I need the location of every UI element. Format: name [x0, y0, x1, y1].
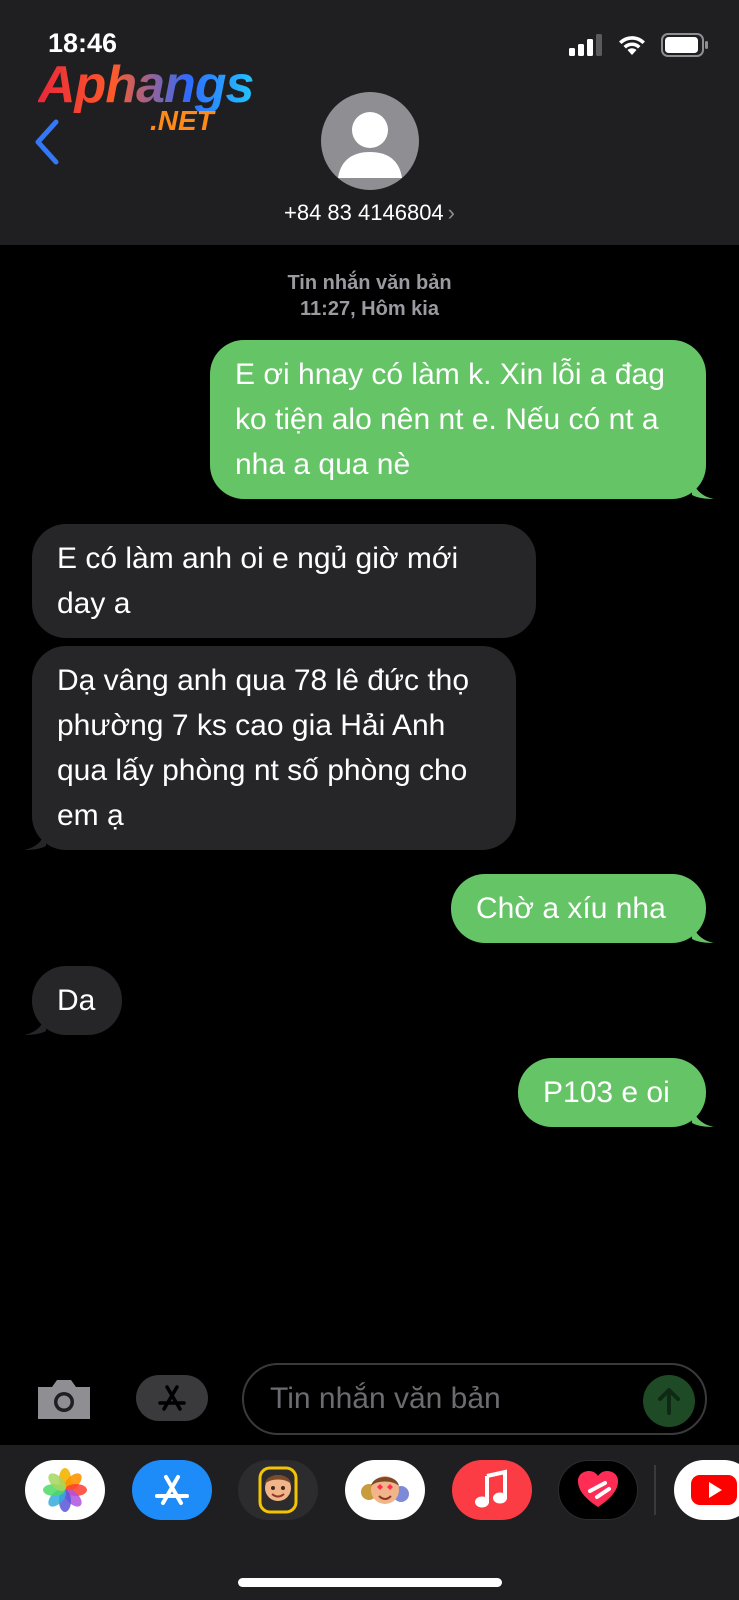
message-text: E ơi hnay có làm k. Xin lỗi a đag ko tiệ… — [235, 358, 665, 481]
app-store-icon — [158, 1385, 186, 1411]
chevron-left-icon — [35, 119, 59, 165]
digital-touch-app[interactable] — [558, 1460, 638, 1520]
camera-button[interactable] — [34, 1375, 94, 1428]
chevron-right-icon: › — [447, 200, 455, 225]
contact-avatar[interactable] — [321, 92, 419, 190]
bubble-tail — [692, 921, 714, 943]
service-label: Tin nhắn văn bản — [287, 272, 452, 294]
youtube-app[interactable] — [674, 1460, 739, 1520]
logo-sub-text: .NET — [150, 105, 214, 136]
message-bubble-incoming[interactable]: E có làm anh oi e ngủ giờ mới day a — [32, 524, 536, 638]
apps-button[interactable] — [136, 1375, 208, 1421]
photos-app[interactable] — [25, 1460, 105, 1520]
memoji-icon — [258, 1466, 298, 1514]
contact-name-button[interactable]: +84 83 4146804 › — [0, 200, 739, 226]
youtube-icon — [691, 1475, 737, 1505]
message-bubble-outgoing[interactable]: P103 e oi — [518, 1058, 714, 1127]
person-silhouette-icon — [338, 112, 402, 178]
cellular-signal-icon — [569, 34, 602, 56]
timestamp-label: 11:27, Hôm kia — [300, 298, 439, 320]
app-drawer — [0, 1445, 739, 1600]
app-store-icon — [155, 1475, 189, 1505]
message-input[interactable]: Tin nhắn văn bản — [242, 1363, 707, 1435]
contact-number: +84 83 4146804 — [284, 200, 444, 225]
logo-main-text: Aphangs — [38, 56, 254, 114]
status-icons — [569, 33, 709, 57]
memoji-app[interactable] — [238, 1460, 318, 1520]
arrow-up-icon — [658, 1388, 680, 1415]
message-bubble-outgoing[interactable]: Chờ a xíu nha — [451, 874, 714, 943]
message-text: Chờ a xíu nha — [476, 892, 666, 925]
message-text: Da — [57, 984, 96, 1017]
message-bubble-incoming[interactable]: Dạ vâng anh qua 78 lê đức thọ phường 7 k… — [24, 646, 516, 850]
send-button[interactable] — [643, 1375, 695, 1427]
battery-icon — [661, 33, 708, 57]
back-button[interactable] — [30, 118, 66, 166]
bubble-tail — [24, 828, 46, 850]
animoji-stickers-icon — [361, 1476, 409, 1504]
memoji-stickers-app[interactable] — [345, 1460, 425, 1520]
bubble-tail — [24, 1013, 46, 1035]
thread-timestamp: Tin nhắn văn bản 11:27, Hôm kia — [0, 270, 739, 322]
message-text: Dạ vâng anh qua 78 lê đức thọ phường 7 k… — [57, 664, 470, 832]
conversation-header: 18:46 Aphangs .NET +84 83 4146804 › — [0, 0, 739, 245]
message-bubble-incoming[interactable]: Da — [24, 966, 122, 1035]
photos-icon — [43, 1468, 87, 1512]
bubble-tail — [692, 477, 714, 499]
message-bubble-outgoing[interactable]: E ơi hnay có làm k. Xin lỗi a đag ko tiệ… — [210, 340, 714, 499]
wifi-icon — [619, 36, 645, 55]
watermark-logo: Aphangs .NET — [38, 55, 258, 145]
music-app[interactable] — [452, 1460, 532, 1520]
camera-icon — [38, 1380, 90, 1419]
composer-bar: Tin nhắn văn bản — [0, 1355, 739, 1445]
music-icon — [475, 1469, 507, 1508]
home-indicator[interactable] — [238, 1578, 502, 1587]
message-text: E có làm anh oi e ngủ giờ mới day a — [57, 542, 459, 620]
bubble-tail — [692, 1105, 714, 1127]
dock-divider — [654, 1465, 656, 1515]
message-input-placeholder: Tin nhắn văn bản — [270, 1382, 501, 1415]
app-store-app[interactable] — [132, 1460, 212, 1520]
digital-touch-icon — [578, 1471, 618, 1507]
message-text: P103 e oi — [543, 1076, 670, 1109]
